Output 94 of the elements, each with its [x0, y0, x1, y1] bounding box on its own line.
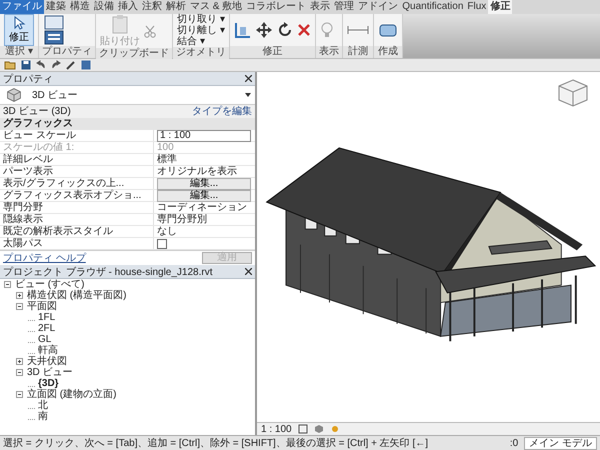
cursor-icon [12, 16, 26, 30]
property-value: 100 [157, 142, 174, 153]
ribbon-tab[interactable]: Quantification [400, 0, 466, 14]
ribbon-tab[interactable]: アドイン [356, 0, 400, 14]
property-label: 表示/グラフィックスの上... [0, 178, 154, 189]
property-value[interactable]: コーディネーション [157, 202, 247, 213]
scale-field[interactable]: 1 : 100 [157, 130, 251, 142]
geometry-tool[interactable]: 結合 ▾ [177, 36, 225, 47]
close-icon[interactable] [245, 268, 252, 275]
model-selector[interactable]: メイン モデル [524, 436, 597, 450]
edit-type-button[interactable]: タイプを編集 [192, 105, 252, 118]
property-label: グラフィックス表示オプショ... [0, 190, 154, 201]
rotate-icon[interactable] [276, 21, 294, 39]
ribbon-tab[interactable]: マス & 敷地 [188, 0, 244, 14]
property-label: 隠線表示 [0, 214, 154, 225]
tree-item[interactable]: 立面図 (建物の立面) [27, 389, 116, 400]
ribbon-tab[interactable]: 注釈 [140, 0, 164, 14]
modify-button[interactable]: 修正 [4, 14, 34, 46]
tree-item[interactable]: 軒高 [38, 345, 58, 356]
edit-button[interactable]: 編集... [157, 178, 251, 190]
panel-label: 表示 [316, 46, 342, 58]
panel-label: プロパティ [39, 46, 95, 58]
redo-icon[interactable] [51, 60, 61, 70]
view-scale[interactable]: 1 : 100 [261, 424, 292, 434]
expand-toggle-icon[interactable] [16, 358, 23, 365]
panel-title: プロジェクト ブラウザ - house-single_J128.rvt [3, 266, 213, 278]
property-label: 既定の解析表示スタイル [0, 226, 154, 237]
property-value[interactable]: なし [157, 226, 177, 237]
tree-item[interactable]: 2FL [38, 323, 56, 334]
panel-label: 計測 [343, 46, 373, 58]
tree-item[interactable]: 南 [38, 411, 48, 422]
tree-item[interactable]: 構造伏図 (構造平面図) [27, 290, 126, 301]
delete-icon[interactable] [297, 23, 311, 37]
ribbon-tab[interactable]: 解析 [164, 0, 188, 14]
ribbon-tab[interactable]: 修正 [488, 0, 512, 14]
property-label: パーツ表示 [0, 166, 154, 177]
ribbon-tab[interactable]: 建築 [44, 0, 68, 14]
panel-label: 修正 [230, 46, 315, 58]
ribbon-tab[interactable]: 構造 [68, 0, 92, 14]
status-message: 選択 = クリック、次へ = [Tab]、追加 = [Ctrl]、除外 = [SHIFT]、最後の選択 = [Ctrl] + 左矢印 [←] [3, 436, 430, 450]
geometry-tool[interactable]: 切り取り ▾ [177, 14, 225, 25]
tree-item[interactable]: 平面図 [27, 301, 57, 312]
checkbox[interactable] [157, 238, 167, 248]
ribbon-tab[interactable]: 設備 [92, 0, 116, 14]
property-label: ビュー スケール [0, 130, 154, 141]
properties-icon[interactable] [43, 15, 65, 45]
tree-item[interactable]: 3D ビュー [27, 367, 73, 378]
ribbon-tab[interactable]: Flux [465, 0, 488, 14]
panel-label: ジオメトリ [173, 47, 229, 59]
panel-label: 作成 [374, 46, 402, 58]
property-label: 太陽パス [0, 238, 154, 249]
close-icon[interactable] [245, 75, 252, 82]
ribbon-tab[interactable]: ファイル [0, 0, 44, 14]
ribbon-tab[interactable]: 挿入 [116, 0, 140, 14]
align-icon[interactable] [234, 21, 252, 39]
panel-label: クリップボード [96, 48, 172, 60]
cube-icon [4, 87, 24, 103]
property-label: 詳細レベル [0, 154, 154, 165]
expand-toggle-icon[interactable] [16, 391, 23, 398]
edit-button[interactable]: 編集... [157, 190, 251, 202]
tree-item[interactable]: 天井伏図 [27, 356, 67, 367]
category-header: グラフィックス [0, 118, 255, 130]
view-cube-icon[interactable] [556, 78, 590, 108]
property-label: スケールの値 1: [0, 142, 154, 153]
ribbon-tab[interactable]: コラボレート [244, 0, 308, 14]
select-menu[interactable]: 選択 ▾ [0, 46, 38, 58]
pencil-icon[interactable] [66, 60, 76, 70]
workset-value: :0 [510, 438, 518, 448]
property-value[interactable]: 標準 [157, 154, 177, 165]
panel-title: プロパティ [3, 72, 53, 86]
expand-toggle-icon[interactable] [4, 281, 11, 288]
expand-toggle-icon[interactable] [16, 369, 23, 376]
scissors-icon[interactable] [143, 24, 157, 38]
property-value[interactable]: 専門分野別 [157, 214, 207, 225]
ribbon-tab[interactable]: 管理 [332, 0, 356, 14]
undo-icon[interactable] [36, 60, 46, 70]
move-arrows-icon[interactable] [255, 21, 273, 39]
ribbon-tab[interactable]: 表示 [308, 0, 332, 14]
property-value[interactable]: オリジナルを表示 [157, 166, 237, 177]
help-link[interactable]: プロパティ ヘルプ [3, 251, 86, 265]
expand-toggle-icon[interactable] [16, 303, 23, 310]
property-label: 専門分野 [0, 202, 154, 213]
tree-item[interactable]: ビュー (すべて) [15, 279, 84, 290]
dropdown-arrow-icon [245, 93, 251, 97]
tree-item[interactable]: 北 [38, 400, 48, 411]
tree-item[interactable]: GL [38, 334, 52, 345]
detail-level-icon[interactable] [298, 424, 308, 434]
expand-toggle-icon[interactable] [16, 292, 23, 299]
tree-item[interactable]: {3D} [38, 378, 59, 389]
tree-item[interactable]: 1FL [38, 312, 56, 323]
save-icon[interactable] [21, 60, 31, 70]
geometry-tool[interactable]: 切り離し ▾ [177, 25, 225, 36]
instance-name: 3D ビュー (3D) [3, 105, 71, 118]
measure-icon[interactable] [347, 24, 369, 36]
